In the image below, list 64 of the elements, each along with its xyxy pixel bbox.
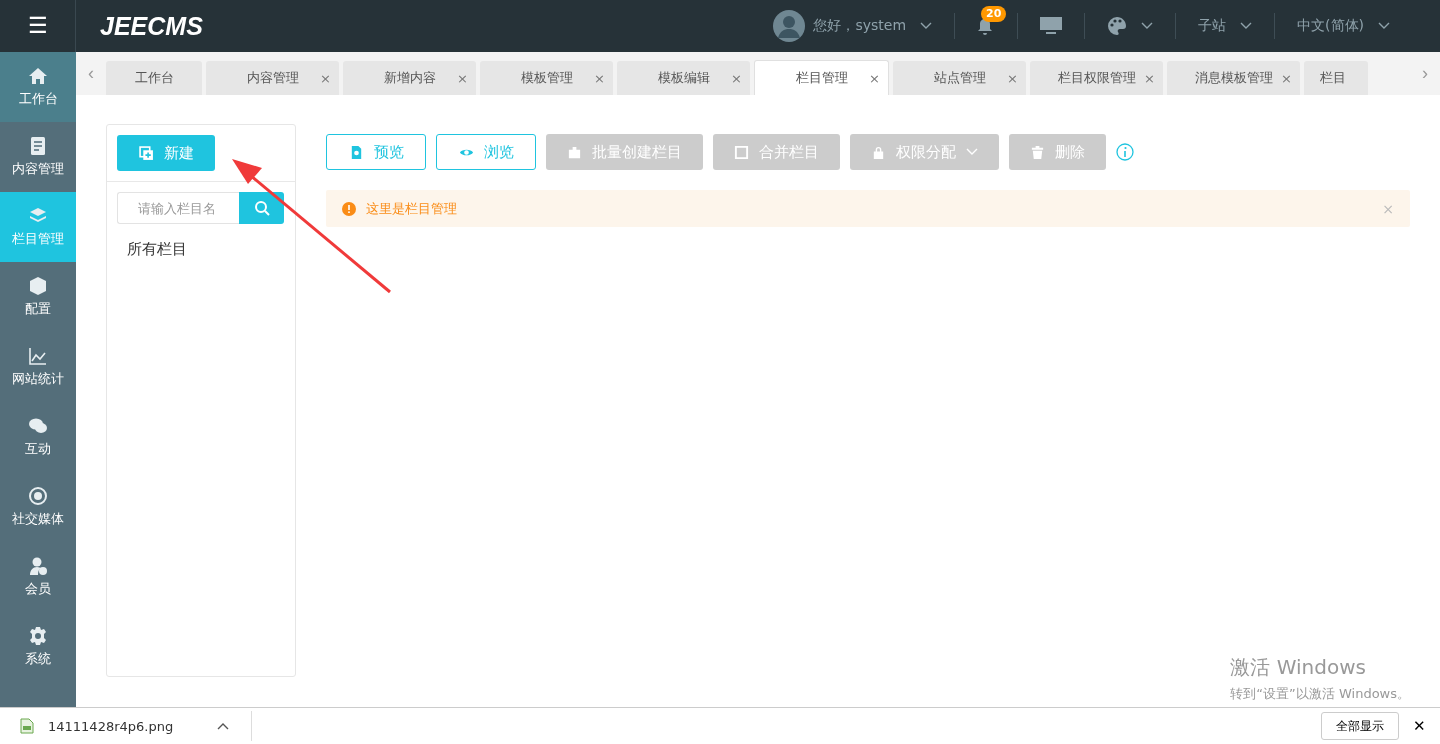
trash-icon — [1030, 144, 1045, 160]
sidebar-item[interactable]: 内容管理 — [0, 122, 76, 192]
close-icon[interactable]: × — [1144, 70, 1155, 86]
document-icon — [28, 136, 48, 156]
target-icon — [28, 486, 48, 506]
tab[interactable]: 模板编辑 × — [617, 61, 750, 95]
alert-message: 这里是栏目管理 — [366, 199, 457, 218]
palette-icon[interactable] — [1107, 16, 1128, 36]
chevron-down-icon — [966, 148, 978, 156]
site-menu[interactable]: 子站 — [1198, 17, 1227, 35]
user-greeting[interactable]: 您好，system — [813, 17, 907, 35]
line-chart-icon — [28, 346, 48, 366]
chevron-up-icon[interactable] — [217, 722, 230, 730]
sidebar-item[interactable]: 工作台 — [0, 52, 76, 122]
close-icon[interactable]: × — [457, 70, 468, 86]
tab[interactable]: 模板管理 × — [480, 61, 613, 95]
search-icon — [253, 200, 270, 216]
chevron-down-icon — [1240, 22, 1253, 30]
tab[interactable]: 内容管理 × — [206, 61, 339, 95]
chevron-down-icon — [920, 22, 933, 30]
activation-text: 转到“设置”以激活 Windows。 — [1230, 685, 1410, 703]
cube-icon — [28, 276, 48, 296]
tab[interactable]: 栏目 — [1304, 61, 1368, 95]
resize-icon — [734, 144, 749, 160]
close-icon[interactable]: × — [594, 70, 605, 86]
show-all-button[interactable]: 全部显示 — [1321, 712, 1399, 740]
close-icon[interactable]: × — [320, 70, 331, 86]
tab[interactable]: 栏目管理 × — [754, 60, 889, 95]
sidebar-item[interactable]: 网站统计 — [0, 332, 76, 402]
avatar-icon[interactable] — [773, 10, 806, 42]
home-icon — [28, 66, 48, 86]
chevron-down-icon — [1378, 22, 1390, 30]
tree-node[interactable]: 所有栏目 — [127, 240, 187, 259]
close-button[interactable]: ✕ — [1407, 716, 1432, 736]
activation-title: 激活 Windows — [1230, 654, 1367, 681]
add-icon — [138, 145, 154, 161]
tab[interactable]: 栏目权限管理 × — [1030, 61, 1163, 95]
image-file-icon — [20, 718, 34, 734]
close-icon[interactable]: × — [1281, 70, 1292, 86]
lock-icon — [871, 144, 886, 160]
search-button[interactable] — [239, 192, 284, 224]
tab[interactable]: 站点管理 × — [893, 61, 1026, 95]
user-icon — [28, 556, 48, 576]
chat-icon — [28, 416, 48, 436]
tab[interactable]: 工作台 — [106, 61, 202, 95]
close-icon[interactable]: × — [731, 70, 742, 86]
close-icon[interactable]: × — [1007, 70, 1018, 86]
sidebar-item[interactable]: 配置 — [0, 262, 76, 332]
notification-badge: 20 — [981, 6, 1007, 22]
gear-icon — [28, 626, 48, 646]
sidebar-item[interactable]: 会员 — [0, 542, 76, 612]
language-select[interactable]: 中文(简体) — [1297, 17, 1364, 35]
tab[interactable]: 消息模板管理 × — [1167, 61, 1300, 95]
tab[interactable]: 新增内容 × — [343, 61, 476, 95]
close-icon[interactable]: × — [869, 70, 880, 86]
sidebar-item[interactable]: 社交媒体 — [0, 472, 76, 542]
logo: JEECMS — [100, 11, 203, 41]
monitor-icon[interactable] — [1040, 17, 1063, 35]
warning-icon — [342, 201, 356, 216]
sidebar-item[interactable]: 系统 — [0, 612, 76, 682]
search-field[interactable]: 请输入栏目名 — [117, 192, 239, 224]
sidebar-item[interactable]: 互动 — [0, 402, 76, 472]
file-name[interactable]: 14111428r4p6.png — [48, 718, 174, 734]
chevron-down-icon — [1141, 22, 1154, 30]
